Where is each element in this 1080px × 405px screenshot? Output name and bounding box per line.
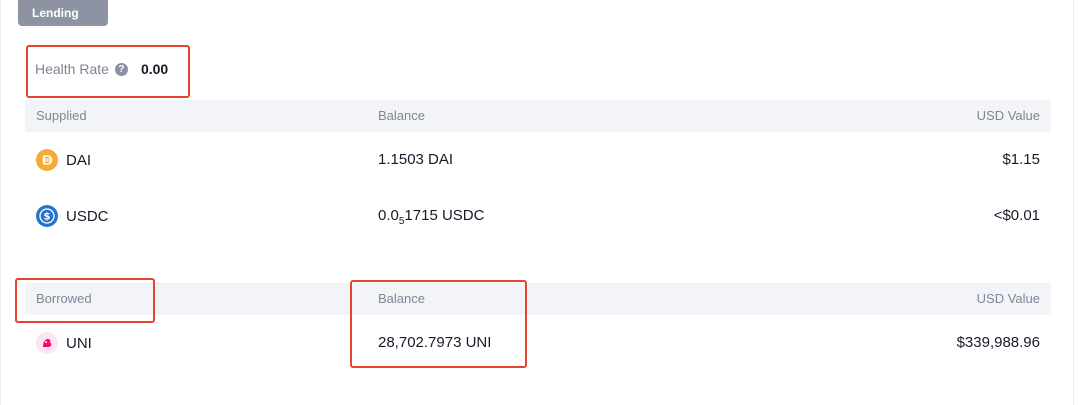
lending-section-tag: Lending <box>18 0 108 26</box>
annotation-box-balance <box>350 280 527 368</box>
asset-symbol: UNI <box>66 334 92 352</box>
svg-text:$: $ <box>44 212 51 223</box>
usd-value-header: USD Value <box>976 291 1040 306</box>
lending-panel: Lending Health Rate ? 0.00 Supplied Bala… <box>0 0 1074 405</box>
dai-coin-icon <box>36 149 58 171</box>
annotation-box-borrowed <box>15 278 155 323</box>
balance-value: 1.1503 DAI <box>378 151 454 168</box>
balance-suffix: 1715 USDC <box>404 207 485 224</box>
asset-cell: UNI <box>36 315 92 371</box>
balance-prefix: 0.0 <box>378 207 399 224</box>
table-row-usdc: $ USDC 0.051715 USDC <$0.01 <box>25 188 1051 244</box>
balance-value: 0.051715 USDC <box>378 188 484 250</box>
usd-value: $1.15 <box>1002 151 1040 168</box>
usd-value: $339,988.96 <box>956 334 1040 351</box>
uni-coin-icon <box>36 332 58 354</box>
usdc-coin-icon: $ <box>36 205 58 227</box>
asset-cell: $ USDC <box>36 188 109 244</box>
borrowed-table-header: Borrowed Balance USD Value <box>25 283 1051 315</box>
table-row-dai: DAI 1.1503 DAI $1.15 <box>25 132 1051 188</box>
annotation-box-health <box>26 45 190 98</box>
usd-value-header: USD Value <box>976 108 1040 123</box>
supplied-table-header: Supplied Balance USD Value <box>25 100 1051 132</box>
supplied-header: Supplied <box>36 108 87 123</box>
asset-cell: DAI <box>36 132 91 188</box>
usd-value: <$0.01 <box>993 207 1040 224</box>
asset-symbol: USDC <box>66 207 109 225</box>
table-row-uni: UNI 28,702.7973 UNI $339,988.96 <box>25 315 1051 371</box>
asset-symbol: DAI <box>66 151 92 169</box>
balance-header: Balance <box>378 108 425 123</box>
